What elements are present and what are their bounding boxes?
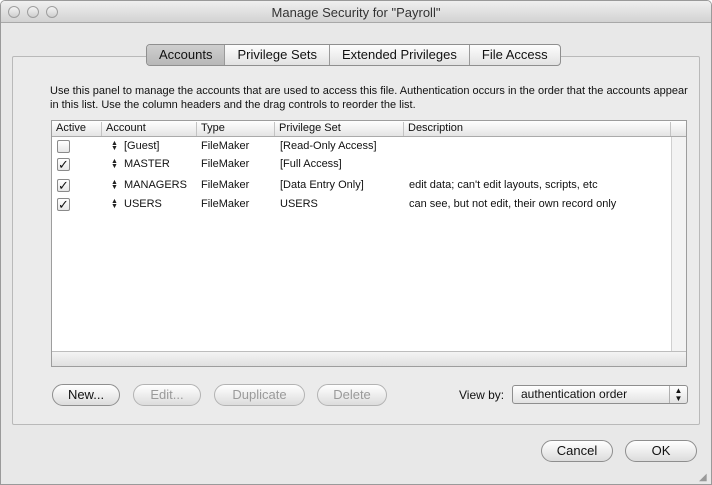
account-description: edit data; can't edit layouts, scripts, … <box>409 179 598 191</box>
table-row[interactable]: ✓ ▲ ▼ MANAGERS FileMaker [Data Entry Only… <box>52 177 686 194</box>
vertical-scrollbar[interactable] <box>671 137 686 351</box>
table-row[interactable]: ▲ ▼ [Guest] FileMaker [Read-Only Access] <box>52 138 686 155</box>
column-header-type[interactable]: Type <box>197 122 275 136</box>
account-name: USERS <box>124 198 162 210</box>
account-name: MANAGERS <box>124 179 187 191</box>
drag-handle-icon[interactable]: ▲ ▼ <box>111 140 118 152</box>
table-row[interactable]: ✓ ▲ ▼ USERS FileMaker USERS can see, but … <box>52 196 686 213</box>
account-privilege-set: [Full Access] <box>280 158 342 170</box>
tab-privilege-sets[interactable]: Privilege Sets <box>225 45 330 65</box>
horizontal-scrollbar[interactable] <box>52 351 686 366</box>
account-description: can see, but not edit, their own record … <box>409 198 617 210</box>
active-checkbox[interactable] <box>57 140 70 153</box>
account-name: MASTER <box>124 158 170 170</box>
account-type: FileMaker <box>201 198 250 210</box>
delete-account-button[interactable]: Delete <box>317 384 387 406</box>
panel-description: Use this panel to manage the accounts th… <box>50 85 688 111</box>
resize-grip-icon[interactable]: ◢ <box>699 472 709 483</box>
manage-security-dialog: Manage Security for "Payroll" Accounts P… <box>0 0 712 485</box>
accounts-table: Active Account Type Privilege Set Descri… <box>51 120 687 367</box>
active-checkbox[interactable]: ✓ <box>57 179 70 192</box>
account-type: FileMaker <box>201 179 250 191</box>
account-privilege-set: USERS <box>280 198 318 210</box>
account-name: [Guest] <box>124 140 160 152</box>
drag-handle-icon[interactable]: ▲ ▼ <box>111 179 118 191</box>
chevron-up-down-icon: ▲ ▼ <box>669 386 687 403</box>
edit-account-button[interactable]: Edit... <box>133 384 201 406</box>
active-checkbox[interactable]: ✓ <box>57 198 70 211</box>
account-privilege-set: [Data Entry Only] <box>280 179 364 191</box>
drag-handle-icon[interactable]: ▲ ▼ <box>111 198 118 210</box>
tab-accounts[interactable]: Accounts <box>147 45 226 65</box>
tab-file-access[interactable]: File Access <box>470 45 560 65</box>
table-row[interactable]: ✓ ▲ ▼ MASTER FileMaker [Full Access] <box>52 156 686 173</box>
column-header-privilege-set[interactable]: Privilege Set <box>275 122 404 136</box>
ok-button[interactable]: OK <box>625 440 697 462</box>
tab-extended-privileges[interactable]: Extended Privileges <box>330 45 470 65</box>
title-bar: Manage Security for "Payroll" <box>1 1 711 23</box>
account-type: FileMaker <box>201 140 250 152</box>
account-privilege-set: [Read-Only Access] <box>280 140 377 152</box>
drag-handle-icon[interactable]: ▲ ▼ <box>111 158 118 170</box>
table-header: Active Account Type Privilege Set Descri… <box>52 121 686 137</box>
new-account-button[interactable]: New... <box>52 384 120 406</box>
tab-bar: Accounts Privilege Sets Extended Privile… <box>146 44 561 66</box>
view-by-label: View by: <box>459 388 505 402</box>
active-checkbox[interactable]: ✓ <box>57 158 70 171</box>
column-header-description[interactable]: Description <box>404 122 671 136</box>
view-by-value: authentication order <box>521 387 628 401</box>
column-header-active[interactable]: Active <box>52 122 102 136</box>
account-type: FileMaker <box>201 158 250 170</box>
window-title: Manage Security for "Payroll" <box>271 5 441 20</box>
duplicate-account-button[interactable]: Duplicate <box>214 384 305 406</box>
view-by-select[interactable]: authentication order ▲ ▼ <box>512 385 688 404</box>
cancel-button[interactable]: Cancel <box>541 440 613 462</box>
column-header-account[interactable]: Account <box>102 122 197 136</box>
